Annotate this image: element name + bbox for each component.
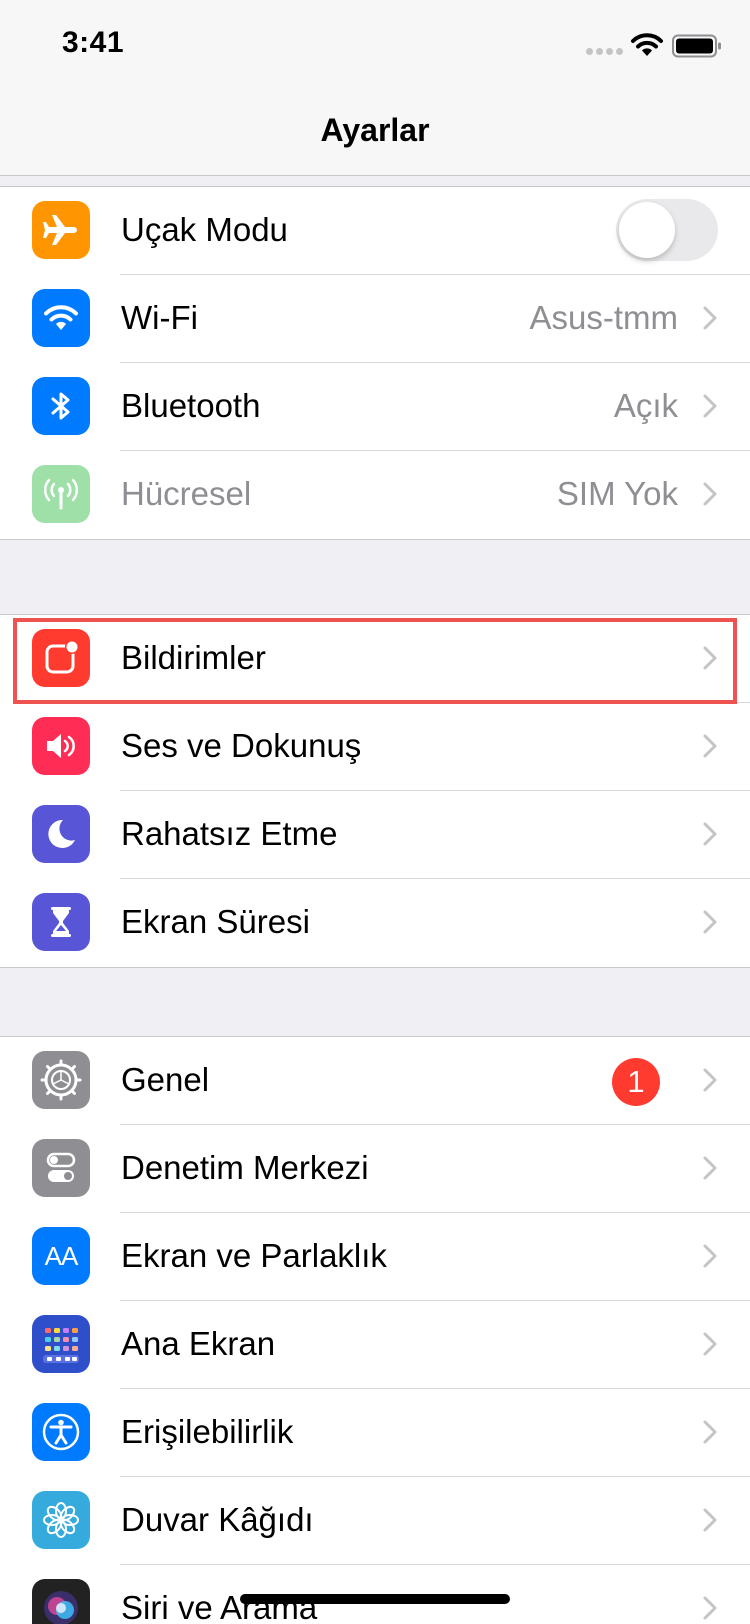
page-title: Ayarlar [320,112,430,148]
chevron-right-icon [703,1420,717,1444]
settings-row-notifications[interactable]: Bildirimler [0,615,750,703]
chevron-right-icon [703,734,717,758]
settings-row-cellular[interactable]: Hücresel SIM Yok [0,451,750,539]
home-screen-icon [32,1315,90,1373]
moon-icon [32,805,90,863]
wifi-status-icon [631,33,663,56]
chevron-right-icon [703,1244,717,1268]
settings-row-value: SIM Yok [556,475,678,512]
display-brightness-icon-text: AA [44,1240,79,1271]
speaker-icon [32,717,90,775]
navigation-bar: Ayarlar [0,92,750,176]
chevron-right-icon [703,1596,717,1620]
settings-row-label: Wi-Fi [121,299,198,336]
chevron-right-icon [703,306,717,330]
airplane-mode-toggle[interactable] [616,199,718,261]
battery-icon [672,34,721,58]
chevron-right-icon [703,1332,717,1356]
settings-row-bluetooth[interactable]: Bluetooth Açık [0,363,750,451]
settings-row-accessibility[interactable]: Erişilebilirlik [0,1389,750,1477]
settings-row-home-screen[interactable]: Ana Ekran [0,1301,750,1389]
bluetooth-icon [32,377,90,435]
home-indicator[interactable] [240,1594,510,1604]
hourglass-icon [32,893,90,951]
display-brightness-icon: AA [32,1227,90,1285]
settings-row-label: Ekran Süresi [121,903,310,940]
control-center-icon [32,1139,90,1197]
settings-row-label: Denetim Merkezi [121,1149,369,1186]
cellular-signal-icon [586,48,623,56]
settings-row-control-center[interactable]: Denetim Merkezi [0,1125,750,1213]
settings-row-label: Ekran ve Parlaklık [121,1237,387,1274]
settings-row-label: Bildirimler [121,639,266,676]
settings-row-display-brightness[interactable]: AA Ekran ve Parlaklık [0,1213,750,1301]
settings-row-label: Hücresel [121,475,252,512]
settings-row-sounds-haptics[interactable]: Ses ve Dokunuş [0,703,750,791]
wifi-icon [32,289,90,347]
settings-row-general[interactable]: Genel 1 [0,1037,750,1125]
chevron-right-icon [703,394,717,418]
settings-row-label: Bluetooth [121,387,261,424]
settings-row-label: Ses ve Dokunuş [121,727,362,764]
settings-row-screen-time[interactable]: Ekran Süresi [0,879,750,967]
cellular-icon [32,465,90,523]
toggle-knob [619,202,675,258]
status-time: 3:41 [62,26,125,59]
status-bar: 3:41 [0,0,750,92]
settings-row-label: Rahatsız Etme [121,815,338,852]
settings-row-label: Duvar Kâğıdı [121,1501,314,1538]
chevron-right-icon [703,482,717,506]
chevron-right-icon [703,1156,717,1180]
gear-icon [32,1051,90,1109]
settings-row-do-not-disturb[interactable]: Rahatsız Etme [0,791,750,879]
settings-group-notifications: Bildirimler Ses ve Dokunuş Rahatsız Etme [0,614,750,968]
chevron-right-icon [703,1508,717,1532]
settings-row-value: Açık [613,387,678,424]
chevron-right-icon [703,910,717,934]
notifications-icon [32,629,90,687]
settings-group-general: Genel 1 Denetim Merkezi AA Ekran ve Parl… [0,1036,750,1624]
chevron-right-icon [703,1068,717,1092]
accessibility-icon [32,1403,90,1461]
notification-badge: 1 [612,1058,660,1106]
settings-row-value: Asus-tmm [529,299,679,336]
settings-group-connectivity: Uçak Modu Wi-Fi Asus-tmm Bluetooth Açık [0,186,750,540]
settings-row-wallpaper[interactable]: Duvar Kâğıdı [0,1477,750,1565]
wallpaper-flower-icon [32,1491,90,1549]
airplane-icon [32,201,90,259]
settings-row-label: Uçak Modu [121,211,288,248]
chevron-right-icon [703,646,717,670]
siri-icon [32,1579,90,1624]
settings-row-label: Erişilebilirlik [121,1413,294,1450]
settings-row-airplane-mode[interactable]: Uçak Modu [0,187,750,275]
chevron-right-icon [703,822,717,846]
settings-row-wifi[interactable]: Wi-Fi Asus-tmm [0,275,750,363]
settings-row-label: Ana Ekran [121,1325,276,1362]
settings-row-label: Genel [121,1061,210,1098]
